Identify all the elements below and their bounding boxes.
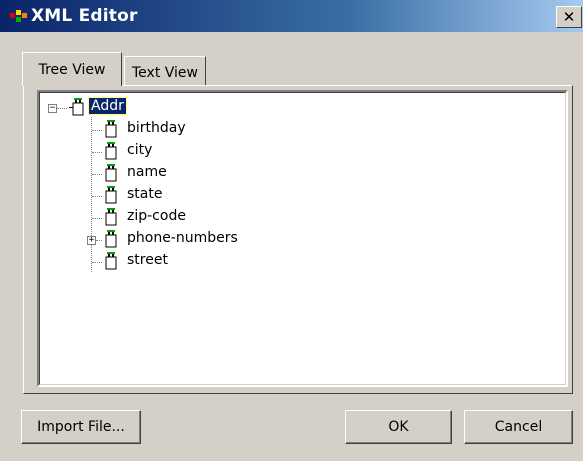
xml-element-icon [105, 164, 117, 182]
tree-connector [91, 117, 92, 272]
tree-node-root[interactable]: Addr [88, 97, 127, 115]
xml-tree-view[interactable]: − Addr birthday city name state zip-code… [37, 90, 568, 387]
tree-connector [92, 130, 102, 131]
cancel-label: Cancel [494, 419, 543, 435]
import-file-label: Import File... [37, 419, 125, 435]
tree-connector [92, 196, 102, 197]
xml-element-icon [105, 142, 117, 160]
tree-node-phone-numbers[interactable]: phone-numbers [127, 230, 238, 246]
cancel-button[interactable]: Cancel [464, 410, 573, 444]
close-icon: ✕ [562, 7, 576, 26]
tab-text-view[interactable]: Text View [124, 56, 206, 86]
tree-node-zip-code[interactable]: zip-code [127, 208, 186, 224]
tree-connector [92, 218, 102, 219]
tree-node-city[interactable]: city [127, 142, 152, 158]
import-file-button[interactable]: Import File... [21, 410, 141, 444]
ok-label: OK [388, 419, 409, 435]
tab-text-view-label: Text View [132, 64, 198, 81]
title-bar[interactable]: XML Editor ✕ [0, 0, 583, 32]
app-icon [10, 10, 27, 22]
ok-button[interactable]: OK [345, 410, 452, 444]
tab-tree-view[interactable]: Tree View [22, 52, 122, 86]
tree-content: − Addr birthday city name state zip-code… [39, 92, 566, 385]
tree-connector [57, 108, 67, 109]
expand-icon[interactable]: + [87, 236, 96, 245]
tree-connector [92, 152, 102, 153]
tree-node-birthday[interactable]: birthday [127, 120, 186, 136]
xml-element-icon [69, 98, 84, 116]
xml-element-icon [105, 230, 117, 248]
xml-element-icon [105, 186, 117, 204]
xml-editor-dialog: XML Editor ✕ Tree View Text View − Addr [0, 0, 583, 461]
xml-element-icon [105, 208, 117, 226]
collapse-icon[interactable]: − [48, 104, 57, 113]
tree-connector [92, 262, 102, 263]
window-title: XML Editor [31, 6, 138, 26]
tab-tree-view-label: Tree View [38, 61, 106, 78]
tree-node-state[interactable]: state [127, 186, 162, 202]
close-button[interactable]: ✕ [556, 6, 582, 28]
tree-node-street[interactable]: street [127, 252, 168, 268]
xml-element-icon [105, 252, 117, 270]
tree-connector [92, 174, 102, 175]
xml-element-icon [105, 120, 117, 138]
tree-node-name[interactable]: name [127, 164, 167, 180]
